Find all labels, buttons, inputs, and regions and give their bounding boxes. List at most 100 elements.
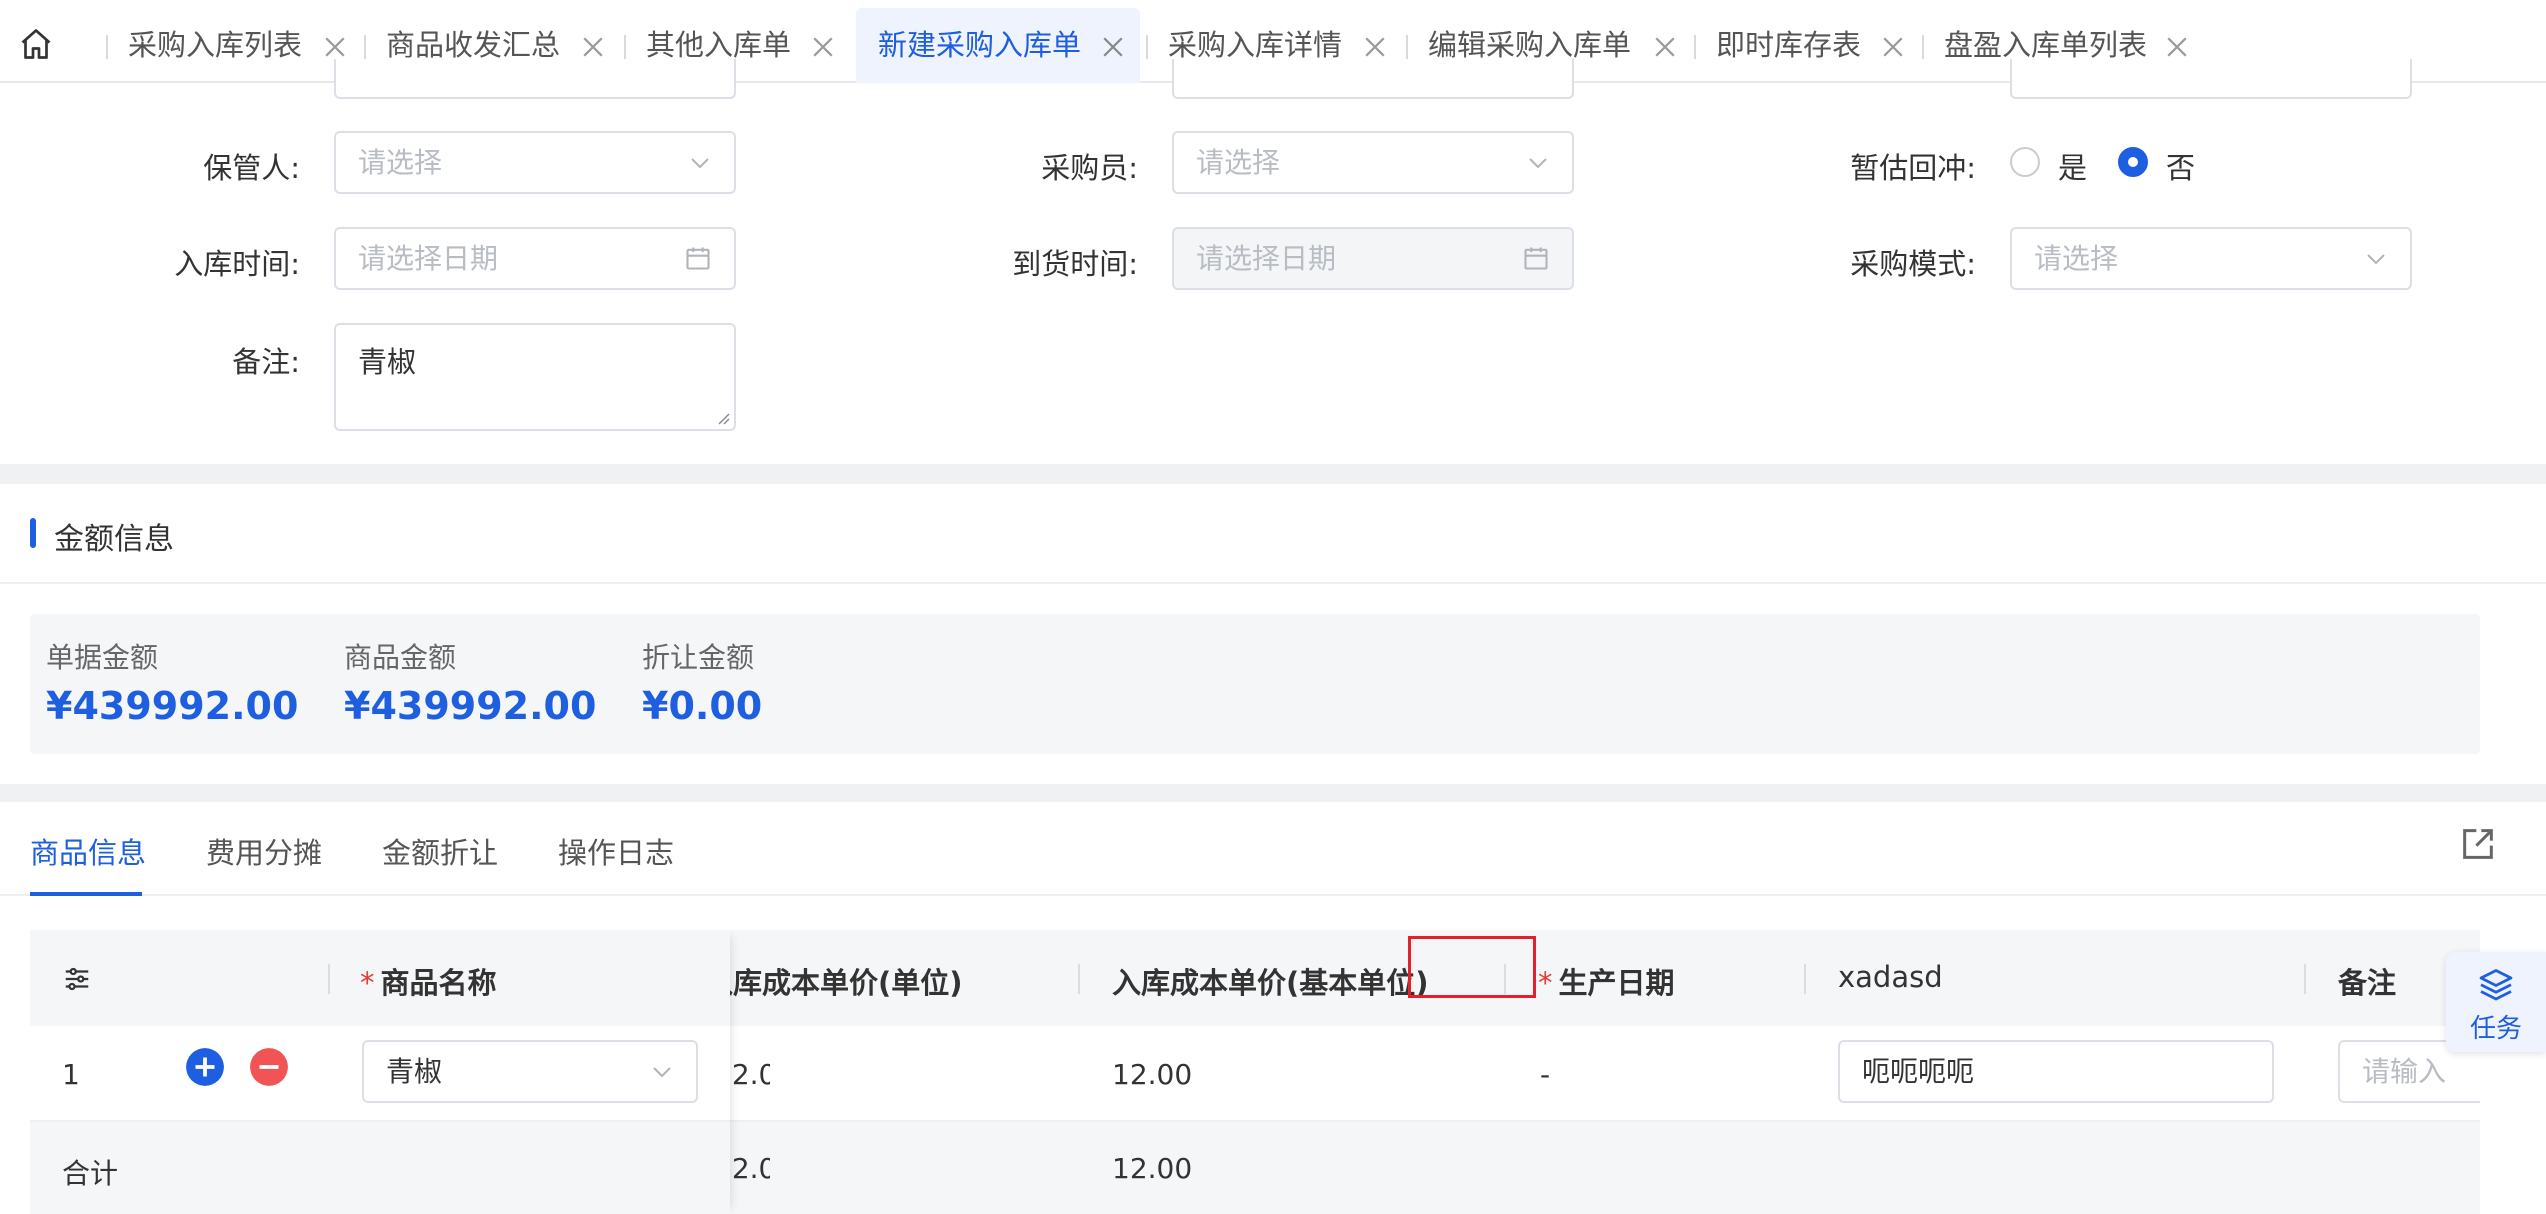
column-divider[interactable] xyxy=(1804,964,1806,994)
fixed-row: 1 青椒 xyxy=(30,1026,730,1122)
scrolled-field[interactable] xyxy=(1172,59,1574,99)
tab-label: 采购入库详情 xyxy=(1168,28,1343,62)
task-float-label: 任务 xyxy=(2469,1014,2522,1044)
open-external-icon[interactable] xyxy=(2458,824,2498,864)
purchase-mode-label: 采购模式: xyxy=(1850,247,1976,281)
estimate-reversal-yes-label[interactable]: 是 xyxy=(2058,145,2087,187)
arrival-time-datepicker[interactable]: 请选择日期 xyxy=(1172,227,1574,290)
task-float-button[interactable]: 任务 xyxy=(2446,952,2546,1052)
estimate-reversal-no-label[interactable]: 否 xyxy=(2166,145,2195,187)
column-divider[interactable] xyxy=(328,964,330,994)
remove-row-icon[interactable] xyxy=(250,1048,288,1086)
tab-label: 即时库存表 xyxy=(1716,28,1862,62)
product-select-value: 青椒 xyxy=(386,1055,443,1088)
goods-table: 入库成本单价(单位) 入库成本单价(基本单位) *生产日期 xadasd 备注 … xyxy=(30,930,2480,1214)
home-icon[interactable] xyxy=(18,26,62,66)
custom-input-value: 呃呃呃呃 xyxy=(1862,1055,1975,1088)
tab-label: 其他入库单 xyxy=(646,28,792,62)
chevron-down-icon xyxy=(691,158,709,169)
highlight-annotation-box xyxy=(1408,936,1536,998)
tab-label: 编辑采购入库单 xyxy=(1428,28,1632,62)
remark-input-placeholder: 请输入 xyxy=(2362,1055,2447,1088)
col-header-unit-cost: 入库成本单价(单位) xyxy=(730,960,1090,1002)
buyer-placeholder: 请选择 xyxy=(1196,146,1281,179)
amount-section-title: 金额信息 xyxy=(54,522,174,557)
chevron-down-icon xyxy=(2367,254,2385,265)
close-icon[interactable] xyxy=(1878,32,1908,62)
divider xyxy=(0,582,2546,584)
section-accent-bar xyxy=(30,518,36,548)
row-unit-cost: 12.00 xyxy=(730,1058,770,1091)
close-icon[interactable] xyxy=(2162,32,2192,62)
estimate-reversal-yes-radio[interactable] xyxy=(2010,147,2040,177)
divider xyxy=(0,894,2546,896)
unit-cost-value: 12.00 xyxy=(730,1058,770,1091)
keeper-placeholder: 请选择 xyxy=(358,146,443,179)
inbound-time-label: 入库时间: xyxy=(174,247,300,281)
remark-value: 青椒 xyxy=(358,345,417,379)
close-icon[interactable] xyxy=(1360,32,1390,62)
scrolled-field[interactable] xyxy=(334,59,736,99)
col-header-remark: 备注 xyxy=(2338,966,2397,1000)
tab-label: 采购入库列表 xyxy=(128,28,303,62)
col-header-product-name: * 商品名称 xyxy=(360,960,497,1002)
tab-realtime-stock[interactable]: 即时库存表 xyxy=(1694,8,1920,83)
document-amount-label: 单据金额 xyxy=(46,641,159,674)
estimate-reversal-label: 暂估回冲: xyxy=(1850,151,1976,185)
buyer-select[interactable]: 请选择 xyxy=(1172,131,1574,194)
column-settings-icon[interactable] xyxy=(62,964,92,994)
estimate-reversal-no-radio[interactable] xyxy=(2118,147,2148,177)
col-header-production-date: * 生产日期 xyxy=(1538,960,1675,1002)
tab-cost-allocation[interactable]: 费用分摊 xyxy=(206,830,322,872)
discount-amount-value: ¥0.00 xyxy=(642,684,763,728)
remark-textarea[interactable]: 青椒 xyxy=(334,323,736,431)
tab-label: 盘盈入库单列表 xyxy=(1944,28,2148,62)
inbound-time-datepicker[interactable]: 请选择日期 xyxy=(334,227,736,290)
amount-card: 金额信息 单据金额 ¥439992.00 商品金额 ¥439992.00 折让金… xyxy=(0,484,2546,784)
fixed-left-columns: * 商品名称 1 青椒 合计 xyxy=(30,930,730,1214)
form-card: 保管人: 请选择 采购员: 请选择 暂估回冲: 是 否 入库时间: 请选择日期 … xyxy=(0,59,2546,464)
tab-operation-log[interactable]: 操作日志 xyxy=(558,830,674,872)
tab-label: 新建采购入库单 xyxy=(878,28,1082,62)
purchase-mode-select[interactable]: 请选择 xyxy=(2010,227,2412,290)
calendar-icon xyxy=(686,247,710,270)
close-icon[interactable] xyxy=(1098,32,1128,62)
close-icon[interactable] xyxy=(808,32,838,62)
unit-cost-header-text: 入库成本单价(单位) xyxy=(730,966,963,1000)
amount-summary-panel: 单据金额 ¥439992.00 商品金额 ¥439992.00 折让金额 ¥0.… xyxy=(30,614,2480,754)
total-unit-cost: 12.00 xyxy=(730,1152,770,1185)
calendar-icon xyxy=(1524,247,1548,270)
add-row-icon[interactable] xyxy=(186,1048,224,1086)
scrolled-field[interactable] xyxy=(2010,59,2412,99)
close-icon[interactable] xyxy=(320,32,350,62)
required-mark: * xyxy=(1538,966,1553,1000)
close-icon[interactable] xyxy=(1650,32,1680,62)
close-icon[interactable] xyxy=(578,32,608,62)
keeper-select[interactable]: 请选择 xyxy=(334,131,736,194)
row-custom-input[interactable]: 呃呃呃呃 xyxy=(1838,1040,2274,1103)
tab-new-purchase-inbound[interactable]: 新建采购入库单 xyxy=(856,8,1140,83)
discount-amount-label: 折让金额 xyxy=(642,641,755,674)
goods-amount-label: 商品金额 xyxy=(344,641,457,674)
column-divider[interactable] xyxy=(1078,964,1080,994)
total-base-unit-cost: 12.00 xyxy=(1112,1152,1193,1185)
chevron-down-icon xyxy=(1529,158,1547,169)
goods-card: 商品信息 费用分摊 金额折让 操作日志 入库成本单价(单位) 入库成本单价(基本… xyxy=(0,802,2546,1214)
goods-amount-value: ¥439992.00 xyxy=(344,684,597,728)
column-divider[interactable] xyxy=(2304,964,2306,994)
col-header-custom: xadasd xyxy=(1838,960,1943,994)
arrival-time-placeholder: 请选择日期 xyxy=(1196,242,1337,275)
product-name-header-text: 商品名称 xyxy=(380,966,497,1000)
production-date-header-text: 生产日期 xyxy=(1558,966,1675,1000)
purchase-mode-placeholder: 请选择 xyxy=(2034,242,2119,275)
layers-icon xyxy=(2479,969,2513,1001)
total-label: 合计 xyxy=(62,1157,119,1190)
tab-goods-info[interactable]: 商品信息 xyxy=(30,830,146,872)
required-mark: * xyxy=(360,966,375,1000)
tab-amount-discount[interactable]: 金额折让 xyxy=(382,830,498,872)
row-product-select[interactable]: 青椒 xyxy=(362,1040,698,1103)
resize-grip-icon[interactable] xyxy=(714,409,730,425)
active-tab-indicator xyxy=(30,892,142,896)
tab-purchase-inbound-list[interactable]: 采购入库列表 xyxy=(106,8,362,83)
chevron-down-icon xyxy=(653,1067,671,1078)
